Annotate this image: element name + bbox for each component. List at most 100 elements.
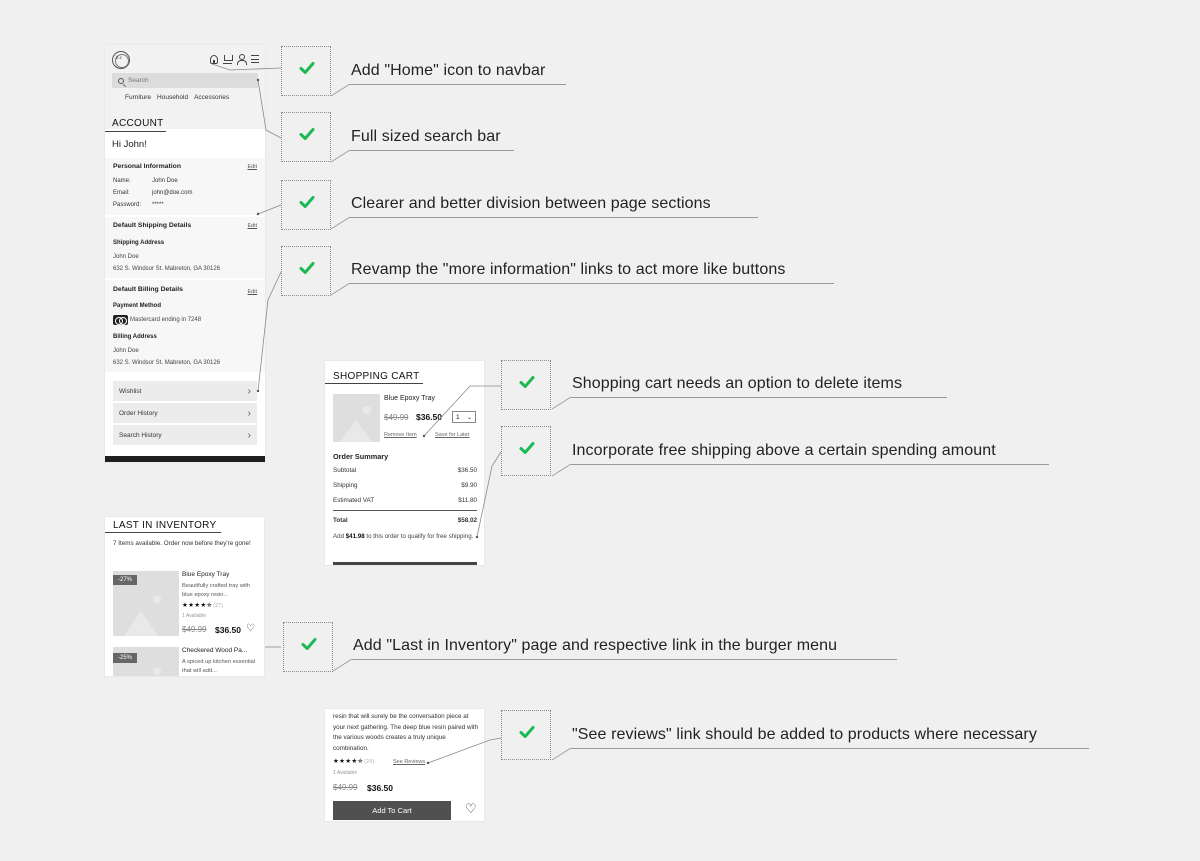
callout-text: Full sized search bar: [351, 128, 501, 145]
save-for-later-link[interactable]: Save for Later: [435, 432, 470, 438]
check-icon: [299, 62, 315, 74]
user-icon[interactable]: [237, 54, 247, 65]
check-icon: [299, 196, 315, 208]
callout-checkbox: [281, 180, 331, 230]
search-history-button[interactable]: Search History ›: [113, 425, 257, 445]
callout-text: Shopping cart needs an option to delete …: [572, 375, 903, 392]
title-underline: [105, 532, 221, 533]
order-history-button[interactable]: Order History ›: [113, 403, 257, 423]
callout-underline: [350, 150, 514, 151]
section-heading: Default Billing Details: [113, 286, 183, 293]
product-description: resin that will surely be the conversati…: [333, 713, 479, 752]
wishlist-heart-icon[interactable]: ♡: [246, 624, 256, 634]
product-thumbnail[interactable]: -25%: [113, 647, 179, 676]
quantity-select[interactable]: 1 ⌄: [452, 411, 476, 423]
callout-checkbox: [281, 112, 331, 162]
product-description: A spiced up kitchen essential that will …: [182, 659, 256, 674]
callout-text: Add "Last in Inventory" page and respect…: [353, 637, 838, 654]
product-description: Beautifully crafted tray with blue epoxy…: [182, 583, 250, 598]
rating-stars: ★★★★✯(24): [333, 758, 375, 765]
billing-name: John Doe: [113, 348, 139, 354]
see-reviews-link[interactable]: See Reviews: [393, 759, 425, 765]
callout-underline: [350, 84, 566, 85]
edit-billing-link[interactable]: Edit: [248, 289, 257, 295]
mastercard-icon: [113, 315, 128, 325]
category-nav: Furniture Household Accessories: [125, 94, 229, 101]
shipping-row: Shipping $9.90: [333, 482, 477, 489]
sale-price: $36.50: [367, 783, 393, 793]
chevron-right-icon: ›: [247, 429, 251, 441]
payment-method-label: Payment Method: [113, 303, 162, 309]
check-icon: [299, 128, 315, 140]
edit-personal-link[interactable]: Edit: [248, 164, 257, 170]
header: h.c Furniture Household Accessories: [105, 45, 265, 129]
section-heading: Default Shipping Details: [113, 222, 192, 229]
check-icon: [299, 262, 315, 274]
product-detail-mockup: resin that will surely be the conversati…: [325, 709, 484, 821]
inventory-intro: 7 Items available. Order now before they…: [113, 540, 251, 547]
rating-stars: ★★★★✯(27): [182, 602, 224, 609]
order-summary-heading: Order Summary: [333, 452, 389, 461]
availability: 1 Available: [182, 613, 207, 619]
billing-details-section: Default Billing Details Edit Payment Met…: [105, 280, 265, 372]
shopping-cart-mockup: SHOPPING CART Blue Epoxy Tray $49.99 $36…: [325, 361, 484, 565]
callout-checkbox: [281, 46, 331, 96]
chevron-right-icon: ›: [247, 385, 251, 397]
shipping-address: 632 S. Windsor St. Mabreton, GA 30126: [113, 266, 221, 272]
product-name[interactable]: Blue Epoxy Tray: [384, 395, 435, 402]
wishlist-heart-icon[interactable]: ♡: [465, 802, 477, 815]
product-name[interactable]: Blue Epoxy Tray: [182, 571, 229, 578]
vat-row: Estimated VAT $11.80: [333, 497, 477, 504]
category-household[interactable]: Household: [157, 94, 188, 101]
cart-icon[interactable]: [223, 54, 233, 64]
free-shipping-note: Add $41.98 to this order to qualify for …: [333, 533, 474, 540]
callout-checkbox: [501, 710, 551, 760]
shipping-details-section: Default Shipping Details Edit Shipping A…: [105, 217, 265, 278]
checkout-button-edge[interactable]: [333, 562, 477, 565]
search-input[interactable]: [128, 77, 248, 84]
navbar-icons: [210, 54, 259, 65]
callout-text: Revamp the "more information" links to a…: [351, 261, 786, 278]
payment-card: Mastercard ending in 7248: [113, 315, 201, 325]
page-title: SHOPPING CART: [333, 371, 420, 382]
chevron-down-icon: ⌄: [466, 414, 472, 421]
callout-checkbox: [501, 426, 551, 476]
callout-text: "See reviews" link should be added to pr…: [572, 726, 1037, 743]
availability: 1 Available: [333, 770, 358, 776]
callout-underline: [571, 748, 1089, 749]
page-title: LAST IN INVENTORY: [113, 520, 217, 531]
category-accessories[interactable]: Accessories: [194, 94, 229, 101]
edit-shipping-link[interactable]: Edit: [248, 223, 257, 229]
chevron-right-icon: ›: [247, 407, 251, 419]
sale-price: $36.50: [215, 625, 241, 635]
menu-icon[interactable]: [251, 55, 259, 63]
original-price: $49.99: [384, 413, 409, 422]
search-icon: [118, 77, 124, 84]
callout-text: Incorporate free shipping above a certai…: [572, 442, 996, 459]
sale-price: $36.50: [416, 412, 442, 422]
last-in-inventory-mockup: LAST IN INVENTORY 7 Items available. Ord…: [105, 517, 264, 676]
callout-underline: [350, 217, 758, 218]
add-to-cart-button[interactable]: Add To Cart: [333, 801, 451, 820]
callout-underline: [571, 397, 947, 398]
subtotal-row: Subtotal $36.50: [333, 467, 477, 474]
home-icon[interactable]: [210, 54, 218, 64]
product-name[interactable]: Checkered Wood Pa...: [182, 647, 247, 654]
callout-checkbox: [501, 360, 551, 410]
brand-logo[interactable]: h.c: [112, 51, 130, 69]
product-thumbnail[interactable]: -27%: [113, 571, 179, 636]
name-field: Name: John Doe: [113, 178, 178, 184]
search-bar[interactable]: [112, 73, 258, 88]
page-title: ACCOUNT: [112, 118, 164, 129]
shipping-name: John Doe: [113, 254, 139, 260]
wishlist-button[interactable]: Wishlist ›: [113, 381, 257, 401]
shipping-address-label: Shipping Address: [113, 240, 165, 246]
product-thumbnail: [333, 394, 380, 442]
discount-badge: -25%: [113, 653, 138, 663]
callout-checkbox: [283, 622, 333, 672]
check-icon: [519, 442, 535, 454]
email-field: Email: john@doe.com: [113, 190, 193, 196]
remove-item-link[interactable]: Remove Item: [384, 432, 417, 438]
category-furniture[interactable]: Furniture: [125, 94, 151, 101]
check-icon: [519, 376, 535, 388]
